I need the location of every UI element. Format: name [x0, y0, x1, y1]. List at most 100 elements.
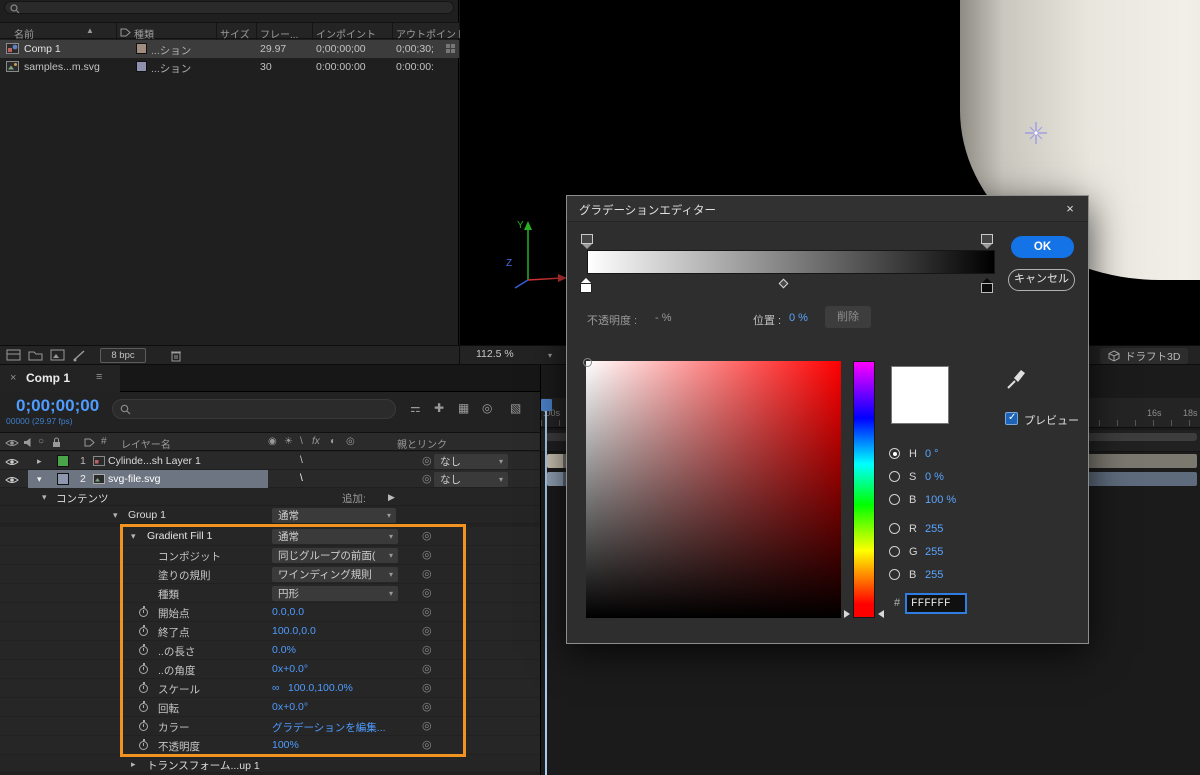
layer-name[interactable]: svg-file.svg — [108, 473, 161, 485]
ok-button[interactable]: OK — [1011, 236, 1074, 258]
draft-icon[interactable]: ▧ — [510, 401, 521, 415]
eyedropper-icon[interactable] — [1005, 369, 1027, 391]
add-menu-icon[interactable]: ▶ — [388, 492, 395, 503]
eye-icon[interactable] — [5, 475, 19, 485]
h-value[interactable]: 0 ° — [925, 448, 939, 460]
add-label: 追加: — [342, 493, 366, 505]
composition-mini-flowchart-icon[interactable]: ⚎ — [410, 401, 421, 415]
brightness-radio[interactable] — [889, 494, 900, 505]
quality-switch[interactable]: \ — [300, 455, 303, 466]
cancel-button[interactable]: キャンセル — [1008, 269, 1075, 291]
preview-checkbox[interactable] — [1005, 412, 1018, 425]
column-parent-link[interactable]: 親とリンク — [397, 436, 447, 451]
column-framerate[interactable]: フレー... — [260, 26, 298, 41]
r-value[interactable]: 255 — [925, 523, 943, 535]
group-blend-dropdown[interactable]: 通常 — [272, 508, 396, 523]
s-label: S — [909, 471, 917, 483]
close-button[interactable]: × — [1052, 196, 1088, 222]
twirl-right-icon[interactable]: ▸ — [37, 456, 42, 467]
layer-row-1[interactable]: ▸ 1 Cylinde...sh Layer 1 \ ◎ なし — [0, 452, 540, 470]
gradient-preview-strip[interactable] — [587, 250, 995, 274]
hue-slider[interactable] — [853, 361, 875, 618]
cube-icon — [1108, 350, 1120, 362]
column-number[interactable]: # — [101, 436, 107, 447]
layer-row-2[interactable]: ▾ 2 svg-file.svg \ ◎ なし — [0, 470, 540, 488]
hue-slider-left-arrow-icon[interactable] — [844, 610, 850, 618]
saturation-radio[interactable] — [889, 471, 900, 482]
column-type[interactable]: 種類 — [134, 26, 154, 41]
audio-column-icon — [24, 438, 31, 447]
parent-dropdown[interactable]: なし — [434, 454, 508, 469]
brush-icon[interactable] — [72, 349, 87, 362]
current-timecode[interactable]: 0;00;00;00 — [16, 396, 99, 416]
3d-axis-gizmo[interactable]: Y Z — [500, 212, 570, 294]
color-field-marker[interactable] — [583, 358, 592, 367]
column-options-icon[interactable] — [446, 44, 456, 54]
hue-radio[interactable] — [889, 448, 900, 459]
quality-switch[interactable]: \ — [300, 473, 303, 484]
timeline-search-input[interactable] — [112, 399, 396, 419]
twirl-down-icon[interactable]: ▾ — [113, 510, 118, 521]
hue-slider-right-arrow-icon[interactable] — [878, 610, 884, 618]
contents-row[interactable]: ▾ コンテンツ 追加: ▶ — [0, 488, 540, 506]
label-color-chip[interactable] — [57, 455, 69, 467]
frame-blend-icon[interactable]: ✚ — [434, 401, 444, 415]
folder-icon[interactable] — [28, 349, 43, 362]
hex-color-input[interactable] — [905, 593, 967, 614]
green-radio[interactable] — [889, 546, 900, 557]
position-value[interactable]: 0 % — [789, 312, 808, 324]
layer-name[interactable]: Cylinde...sh Layer 1 — [108, 455, 201, 467]
group-name[interactable]: Group 1 — [128, 509, 166, 521]
g-value[interactable]: 255 — [925, 546, 943, 558]
twirl-right-icon[interactable]: ▸ — [131, 759, 136, 770]
opacity-stop-right[interactable] — [981, 234, 993, 249]
layer-in-handle[interactable] — [547, 454, 563, 468]
tab-close-icon[interactable]: × — [10, 372, 16, 384]
graph-editor-icon[interactable]: ◎ — [482, 401, 492, 415]
red-radio[interactable] — [889, 523, 900, 534]
anchor-point-star-icon[interactable] — [1025, 122, 1047, 144]
footage-preview-icon[interactable] — [50, 349, 65, 362]
b2-value[interactable]: 255 — [925, 569, 943, 581]
twirl-down-icon[interactable]: ▾ — [42, 492, 47, 503]
blue-radio[interactable] — [889, 569, 900, 580]
dialog-title-bar[interactable]: グラデーションエディター × — [567, 196, 1088, 222]
column-inpoint[interactable]: インポイント — [316, 26, 376, 41]
group-row[interactable]: ▾ Group 1 通常 — [0, 506, 540, 524]
color-stop-right[interactable] — [981, 278, 993, 293]
saturation-brightness-field[interactable] — [583, 358, 841, 618]
project-flowchart-icon[interactable] — [6, 349, 21, 362]
column-size[interactable]: サイズ — [220, 26, 250, 41]
bit-depth-button[interactable]: 8 bpc — [100, 348, 146, 363]
zoom-level-dropdown[interactable]: 112.5 % ▾ — [476, 348, 552, 364]
project-row-comp1[interactable]: Comp 1 ...ション 29.97 0;00;00;00 0;00;30; — [0, 40, 459, 58]
parent-dropdown[interactable]: なし — [434, 472, 508, 487]
column-layer-name[interactable]: レイヤー名 — [121, 436, 171, 451]
transform-row[interactable]: ▸ トランスフォーム...up 1 — [0, 755, 540, 773]
layer-in-handle[interactable] — [547, 472, 563, 486]
draft-3d-button[interactable]: ドラフト3D — [1100, 348, 1189, 364]
trash-icon[interactable] — [170, 349, 182, 362]
eye-icon[interactable] — [5, 457, 19, 467]
gradient-midpoint-handle[interactable] — [778, 278, 789, 289]
column-outpoint[interactable]: アウトポイント — [396, 26, 466, 41]
eye-column-icon — [5, 440, 19, 446]
r-label: R — [909, 523, 917, 535]
s-value[interactable]: 0 % — [925, 471, 944, 483]
delete-stop-button[interactable]: 削除 — [825, 306, 871, 328]
project-search-input[interactable] — [4, 1, 454, 14]
position-label: 位置 : — [753, 315, 782, 327]
timeline-tab-comp1[interactable]: × Comp 1 ≡ — [0, 365, 120, 392]
parent-pickwhip-icon[interactable]: ◎ — [422, 472, 432, 485]
panel-menu-icon[interactable]: ≡ — [96, 371, 102, 383]
opacity-stop-left[interactable] — [581, 234, 593, 249]
project-row-svg[interactable]: samples...m.svg ...ション 30 0:00:00:00 0:0… — [0, 58, 459, 76]
b-value[interactable]: 100 % — [925, 494, 956, 506]
parent-pickwhip-icon[interactable]: ◎ — [422, 454, 432, 467]
playhead-handle[interactable] — [541, 399, 552, 411]
twirl-down-icon[interactable]: ▾ — [37, 474, 42, 485]
color-stop-left[interactable] — [580, 278, 592, 293]
column-name[interactable]: 名前 — [14, 26, 34, 41]
motion-blur-icon[interactable]: ▦ — [458, 401, 469, 415]
label-color-chip[interactable] — [57, 473, 69, 485]
